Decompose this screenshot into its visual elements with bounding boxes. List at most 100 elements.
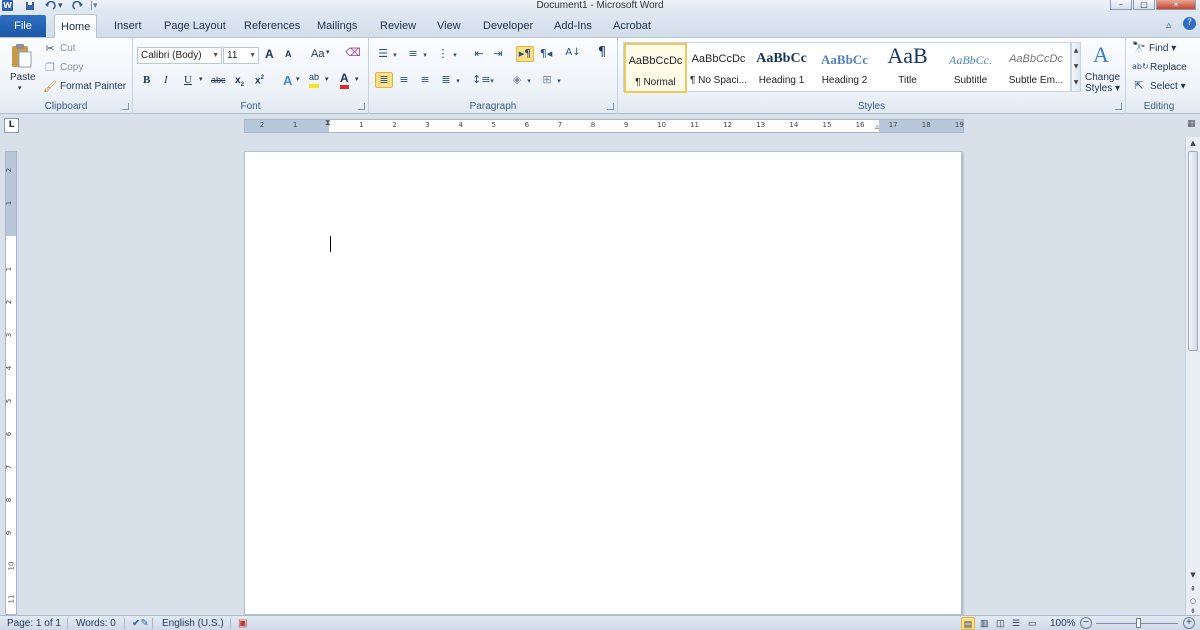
grow-font-button[interactable]: A [265,47,274,61]
horizontal-ruler[interactable]: 2 1 1 2 3 4 5 6 7 8 9 10 11 12 13 14 15 16 17 18 19 ⧗ ▵ [244,118,964,133]
paste-button[interactable]: Paste [10,72,36,83]
paste-dropdown-icon[interactable]: ▾ [18,84,22,92]
tab-home[interactable]: Home [54,14,98,39]
first-line-indent-marker[interactable]: ⧗ [325,118,331,128]
macro-recording-icon[interactable]: ▣ [238,617,247,630]
line-spacing-icon[interactable]: ↕≡ [472,73,490,87]
print-layout-icon[interactable]: ▤ [961,617,975,630]
tab-file[interactable]: File [0,15,46,37]
font-color-button[interactable]: A [340,71,349,89]
tab-mailings[interactable]: Mailings [311,14,363,38]
styles-gallery-scroll[interactable]: ▲ ▼ ▼ [1071,42,1081,92]
text-effects-dropdown-icon[interactable]: ▾ [296,75,300,83]
select-browse-object-icon[interactable]: ○ [1186,597,1200,605]
italic-button[interactable]: I [164,74,168,86]
numbering-dropdown-icon[interactable]: ▾ [421,48,429,62]
shading-dropdown-icon[interactable]: ▾ [525,74,533,88]
change-case-button[interactable]: Aa [311,48,324,60]
draft-icon[interactable]: ▭ [1028,617,1037,630]
web-layout-icon[interactable]: ◫ [996,617,1005,630]
tab-review[interactable]: Review [374,14,422,38]
view-ruler-icon[interactable]: ▦ [1187,119,1199,133]
zoom-level[interactable]: 100% [1050,617,1076,630]
zoom-out-button[interactable]: − [1080,617,1092,629]
tab-insert[interactable]: Insert [108,14,148,38]
tab-acrobat[interactable]: Acrobat [607,14,657,38]
subscript-button[interactable]: x2 [235,75,244,88]
clipboard-launcher-icon[interactable] [122,103,129,110]
superscript-button[interactable]: x2 [255,75,264,86]
help-icon[interactable]: ? [1183,17,1196,30]
borders-dropdown-icon[interactable]: ▾ [555,74,563,88]
style-title[interactable]: AaB Title [876,43,939,93]
align-right-icon[interactable]: ≡ [417,73,433,87]
borders-icon[interactable]: ⊞ [539,73,555,87]
paste-icon[interactable] [8,42,34,70]
numbering-icon[interactable]: ≡ [405,47,421,61]
align-center-icon[interactable]: ≡ [396,73,412,87]
bold-button[interactable]: B [143,74,150,86]
increase-indent-icon[interactable]: ⇥ [490,47,506,61]
sort-icon[interactable]: A↓ [565,46,581,60]
zoom-slider-handle[interactable] [1136,618,1141,628]
vertical-scrollbar[interactable]: ▲ ▼ ⇞ ○ ⇟ [1185,137,1200,615]
word-count[interactable]: Words: 0 [76,617,116,630]
align-left-icon[interactable]: ≣ [375,72,393,88]
tab-page-layout[interactable]: Page Layout [158,14,232,38]
font-size-dropdown-icon[interactable]: ▼ [249,48,256,63]
replace-button[interactable]: Replace [1150,62,1187,73]
zoom-in-button[interactable]: + [1183,617,1195,629]
style-subtitle[interactable]: AaBbCc. Subtitle [939,43,1002,93]
change-styles-icon[interactable]: A [1088,41,1114,69]
document-page[interactable] [244,151,962,615]
style-normal[interactable]: AaBbCcDc ¶ Normal [624,43,687,93]
style-heading-2[interactable]: AaBbCc Heading 2 [813,43,876,93]
underline-dropdown-icon[interactable]: ▾ [199,75,203,83]
style-no-spacing[interactable]: AaBbCcDc ¶ No Spaci... [687,43,750,93]
tab-add-ins[interactable]: Add-Ins [548,14,598,38]
minimize-button[interactable]: – [1110,0,1132,10]
text-effects-button[interactable]: A [283,73,292,88]
outline-icon[interactable]: ☰ [1012,617,1020,630]
paragraph-launcher-icon[interactable] [607,103,614,110]
gallery-down-icon[interactable]: ▼ [1072,59,1080,75]
page-count[interactable]: Page: 1 of 1 [7,617,61,630]
proofing-icon[interactable]: ✔✎ [132,617,149,630]
gallery-more-icon[interactable]: ▼ [1072,75,1080,91]
vertical-ruler[interactable]: 2 1 1 2 3 4 5 6 7 8 9 10 11 [5,151,17,615]
next-page-icon[interactable]: ⇟ [1186,607,1200,615]
minimize-ribbon-icon[interactable]: ▵ [1166,18,1172,31]
format-painter-button[interactable]: Format Painter [60,81,126,92]
underline-button[interactable]: U [184,74,192,86]
change-case-dropdown-icon[interactable]: ▾ [326,48,330,56]
font-name-dropdown-icon[interactable]: ▼ [212,48,219,63]
cut-button[interactable]: Cut [60,43,76,54]
select-button[interactable]: Select ▾ [1150,81,1186,92]
left-to-right-icon[interactable]: ▸¶ [516,46,534,62]
full-screen-reading-icon[interactable]: ▥ [980,617,989,630]
highlight-button[interactable]: ab [309,72,320,88]
clear-formatting-icon[interactable]: ⌫ [345,46,361,60]
scroll-thumb[interactable] [1188,151,1198,351]
maximize-button[interactable]: □ [1133,0,1155,10]
font-color-dropdown-icon[interactable]: ▾ [355,75,359,83]
language[interactable]: English (U.S.) [162,617,224,630]
justify-icon[interactable]: ≣ [438,73,454,87]
highlight-dropdown-icon[interactable]: ▾ [325,75,329,83]
gallery-up-icon[interactable]: ▲ [1072,43,1080,59]
copy-button[interactable]: Copy [60,62,83,73]
font-size-combo[interactable]: 11 ▼ [223,47,259,64]
bullets-icon[interactable]: ☰ [375,47,391,61]
style-heading-1[interactable]: AaBbCc Heading 1 [750,43,813,93]
show-marks-button[interactable]: ¶ [595,46,609,60]
decrease-indent-icon[interactable]: ⇤ [471,47,487,61]
find-button[interactable]: Find ▾ [1149,43,1176,54]
justify-dropdown-icon[interactable]: ▾ [454,74,462,88]
style-subtle-emphasis[interactable]: AaBbCcDc Subtle Em... [1002,43,1070,93]
tab-view[interactable]: View [431,14,467,38]
tab-selector-button[interactable]: L [4,118,19,133]
previous-page-icon[interactable]: ⇞ [1186,585,1200,593]
styles-launcher-icon[interactable] [1115,103,1122,110]
font-name-combo[interactable]: Calibri (Body) ▼ [137,47,222,64]
scroll-up-icon[interactable]: ▲ [1186,139,1200,147]
